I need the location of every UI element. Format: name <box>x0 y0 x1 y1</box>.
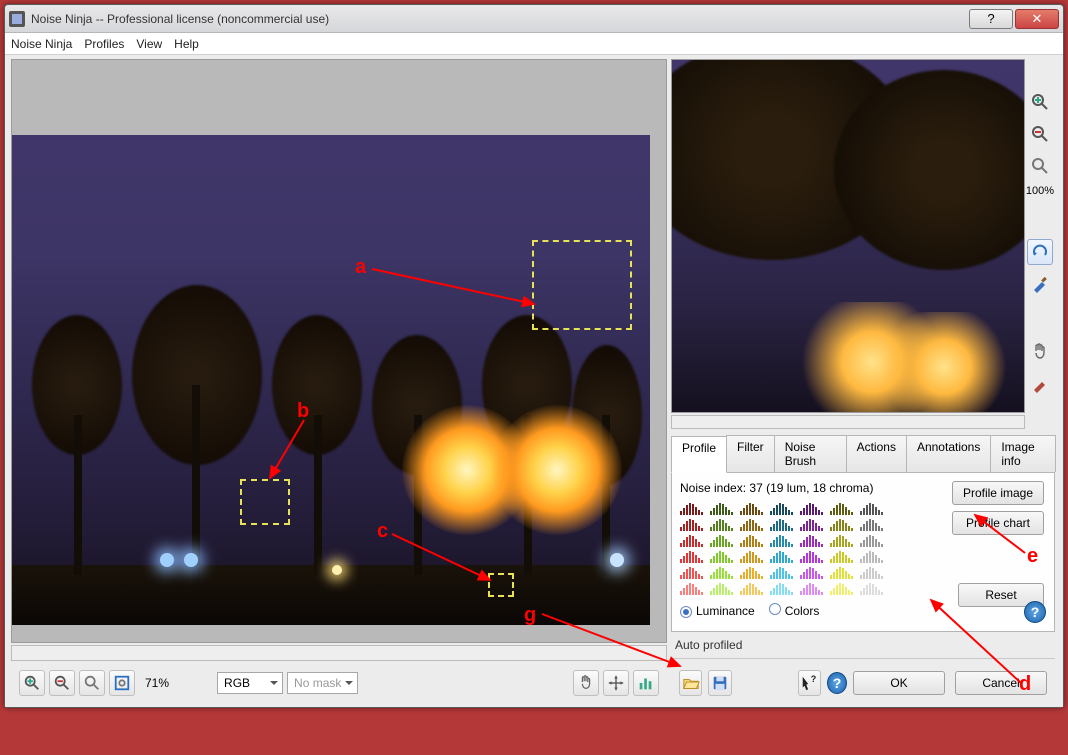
save-profile-button[interactable] <box>708 670 731 696</box>
panel-tabs: Profile Filter Noise Brush Actions Annot… <box>671 435 1055 473</box>
panel-help-icon[interactable]: ? <box>1024 601 1046 623</box>
channel-combo-value: RGB <box>224 676 250 690</box>
channel-combo[interactable]: RGB <box>217 672 283 694</box>
eyedropper-brush-icon[interactable] <box>1027 371 1053 397</box>
app-icon <box>9 11 25 27</box>
preview-scrollbar-horizontal[interactable] <box>671 415 1025 429</box>
zoom-level: 71% <box>145 676 169 690</box>
zoom-in-button[interactable] <box>19 670 45 696</box>
preview-zoom-out-icon[interactable] <box>1027 121 1053 147</box>
selection-box-b[interactable] <box>240 479 290 525</box>
status-text: Auto profiled <box>671 632 1055 656</box>
open-profile-button[interactable] <box>679 670 702 696</box>
help-button[interactable]: ? <box>969 9 1013 29</box>
selection-box-a[interactable] <box>532 240 632 330</box>
menubar: Noise Ninja Profiles View Help <box>5 33 1063 55</box>
svg-text:?: ? <box>811 674 817 684</box>
mask-combo[interactable]: No mask <box>287 672 358 694</box>
brush-tool-icon[interactable] <box>1027 271 1053 297</box>
zoom-out-button[interactable] <box>49 670 75 696</box>
noise-index-label: Noise index: <box>680 481 746 495</box>
app-window: Noise Ninja -- Professional license (non… <box>4 4 1064 708</box>
tab-filter[interactable]: Filter <box>726 435 775 472</box>
image-preview <box>12 135 650 625</box>
radio-luminance[interactable]: Luminance <box>680 604 755 618</box>
preview-zoom-label: 100% <box>1026 185 1054 197</box>
profile-chart-button[interactable]: Profile chart <box>952 511 1044 535</box>
titlebar: Noise Ninja -- Professional license (non… <box>5 5 1063 33</box>
dialog-help-icon[interactable]: ? <box>827 672 847 694</box>
window-title: Noise Ninja -- Professional license (non… <box>31 12 329 26</box>
tab-annotations[interactable]: Annotations <box>906 435 991 472</box>
zoom-reset-button[interactable] <box>79 670 105 696</box>
bottom-toolbar: 71% RGB No mask <box>11 661 667 705</box>
zoomed-preview[interactable] <box>671 59 1025 413</box>
profile-image-button[interactable]: Profile image <box>952 481 1044 505</box>
tab-image-info[interactable]: Image info <box>990 435 1056 472</box>
tab-actions[interactable]: Actions <box>846 435 907 472</box>
zoom-fit-button[interactable] <box>109 670 135 696</box>
close-button[interactable]: ✕ <box>1015 9 1059 29</box>
noise-index-value: 37 (19 lum, 18 chroma) <box>749 481 873 495</box>
main-canvas[interactable]: a b c <box>11 59 667 643</box>
radio-colors[interactable]: Colors <box>769 603 820 618</box>
right-panel: 100% Profile Filter Noise <box>669 55 1063 707</box>
ok-button[interactable]: OK <box>853 671 945 695</box>
pan-tool-button[interactable] <box>573 670 599 696</box>
tab-profile[interactable]: Profile <box>671 436 727 473</box>
menu-view[interactable]: View <box>136 37 162 51</box>
preview-zoom-reset-icon[interactable] <box>1027 153 1053 179</box>
hand-tool-icon[interactable] <box>1027 339 1053 365</box>
menu-profiles[interactable]: Profiles <box>84 37 124 51</box>
preview-zoom-in-icon[interactable] <box>1027 89 1053 115</box>
mask-combo-value: No mask <box>294 676 341 690</box>
move-tool-button[interactable] <box>603 670 629 696</box>
histogram-button[interactable] <box>633 670 659 696</box>
tab-noise-brush[interactable]: Noise Brush <box>774 435 847 472</box>
selection-box-c[interactable] <box>488 573 514 597</box>
main-scrollbar-horizontal[interactable] <box>11 645 667 661</box>
tab-body-profile: Noise index: 37 (19 lum, 18 chroma) Lumi… <box>671 473 1055 632</box>
toggle-preview-button[interactable] <box>1027 239 1053 265</box>
sidebar-tools: 100% <box>1025 89 1055 397</box>
cancel-button[interactable]: Cancel <box>955 671 1047 695</box>
menu-help[interactable]: Help <box>174 37 199 51</box>
whats-this-button[interactable]: ? <box>798 670 821 696</box>
menu-noise-ninja[interactable]: Noise Ninja <box>11 37 72 51</box>
bottom-actions: ? ? OK Cancel <box>671 661 1055 705</box>
